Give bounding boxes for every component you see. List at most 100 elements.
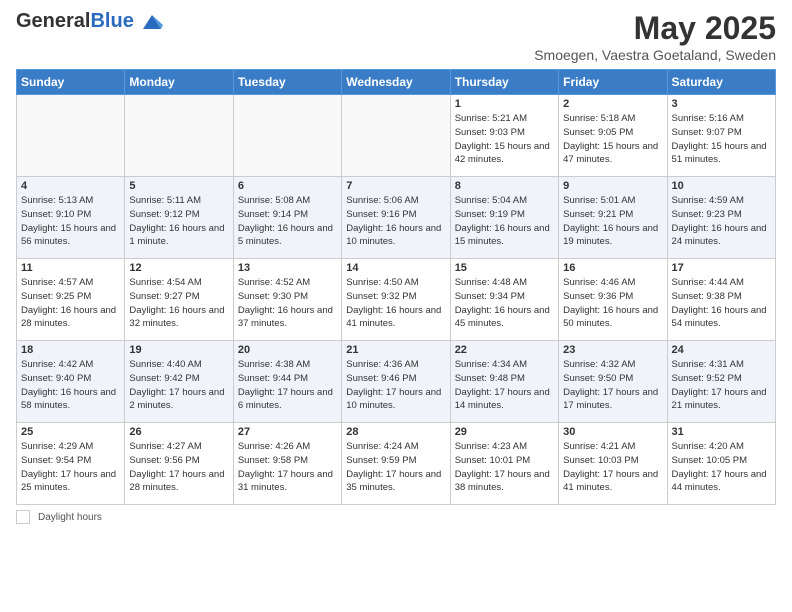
calendar-cell: 26 Sunrise: 4:27 AM Sunset: 9:56 PM Dayli… [125, 423, 233, 505]
day-info: Sunrise: 4:59 AM Sunset: 9:23 PM Dayligh… [672, 194, 771, 249]
calendar-cell: 8 Sunrise: 5:04 AM Sunset: 9:19 PM Daylig… [450, 177, 558, 259]
day-number: 6 [238, 180, 337, 192]
day-number: 9 [563, 180, 662, 192]
calendar-cell: 24Sunrise: 4:31 AM Sunset: 9:52 PM Dayli… [667, 341, 775, 423]
day-number: 15 [455, 262, 554, 274]
day-info: Sunrise: 4:20 AM Sunset: 10:05 PM Daylig… [672, 440, 771, 495]
day-number: 30 [563, 426, 662, 438]
calendar-cell: 27Sunrise: 4:26 AM Sunset: 9:58 PM Dayli… [233, 423, 341, 505]
day-info: Sunrise: 5:13 AM Sunset: 9:10 PM Dayligh… [21, 194, 120, 249]
calendar-cell: 17 Sunrise: 4:44 AM Sunset: 9:38 PM Dayli… [667, 259, 775, 341]
day-info: Sunrise: 4:24 AM Sunset: 9:59 PM Dayligh… [346, 440, 445, 495]
logo-icon [141, 11, 163, 33]
day-info: Sunrise: 5:08 AM Sunset: 9:14 PM Dayligh… [238, 194, 337, 249]
footer-box [16, 510, 30, 524]
month-title: May 2025 [534, 10, 776, 47]
day-info: Sunrise: 5:04 AM Sunset: 9:19 PM Dayligh… [455, 194, 554, 249]
day-number: 14 [346, 262, 445, 274]
day-info: Sunrise: 5:06 AM Sunset: 9:16 PM Dayligh… [346, 194, 445, 249]
day-number: 16 [563, 262, 662, 274]
day-info: Sunrise: 4:36 AM Sunset: 9:46 PM Dayligh… [346, 358, 445, 413]
calendar-cell: 25Sunrise: 4:29 AM Sunset: 9:54 PM Dayli… [17, 423, 125, 505]
calendar-cell [342, 95, 450, 177]
day-number: 17 [672, 262, 771, 274]
calendar-cell: 18 Sunrise: 4:42 AM Sunset: 9:40 PM Dayli… [17, 341, 125, 423]
day-number: 8 [455, 180, 554, 192]
day-info: Sunrise: 4:52 AM Sunset: 9:30 PM Dayligh… [238, 276, 337, 331]
day-info: Sunrise: 5:18 AM Sunset: 9:05 PM Dayligh… [563, 112, 662, 167]
calendar-cell [17, 95, 125, 177]
day-number: 11 [21, 262, 120, 274]
header: GeneralBlue May 2025 Smoegen, Vaestra Go… [16, 10, 776, 63]
calendar-cell: 28Sunrise: 4:24 AM Sunset: 9:59 PM Dayli… [342, 423, 450, 505]
day-info: Sunrise: 5:16 AM Sunset: 9:07 PM Dayligh… [672, 112, 771, 167]
day-number: 5 [129, 180, 228, 192]
day-number: 31 [672, 426, 771, 438]
day-number: 23 [563, 344, 662, 356]
calendar-cell [125, 95, 233, 177]
day-info: Sunrise: 4:50 AM Sunset: 9:32 PM Dayligh… [346, 276, 445, 331]
calendar-header-row: Sunday Monday Tuesday Wednesday Thursday… [17, 70, 776, 95]
calendar-cell: 9 Sunrise: 5:01 AM Sunset: 9:21 PM Daylig… [559, 177, 667, 259]
day-number: 7 [346, 180, 445, 192]
footer-label: Daylight hours [38, 512, 102, 523]
calendar-cell [233, 95, 341, 177]
calendar-cell: 4Sunrise: 5:13 AM Sunset: 9:10 PM Daylig… [17, 177, 125, 259]
calendar-cell: 3 Sunrise: 5:16 AM Sunset: 9:07 PM Daylig… [667, 95, 775, 177]
day-info: Sunrise: 4:44 AM Sunset: 9:38 PM Dayligh… [672, 276, 771, 331]
day-number: 26 [129, 426, 228, 438]
day-info: Sunrise: 4:23 AM Sunset: 10:01 PM Daylig… [455, 440, 554, 495]
logo-text: GeneralBlue [16, 10, 163, 33]
calendar-cell: 6 Sunrise: 5:08 AM Sunset: 9:14 PM Daylig… [233, 177, 341, 259]
calendar-cell: 19Sunrise: 4:40 AM Sunset: 9:42 PM Dayli… [125, 341, 233, 423]
calendar-cell: 16Sunrise: 4:46 AM Sunset: 9:36 PM Dayli… [559, 259, 667, 341]
day-number: 21 [346, 344, 445, 356]
day-info: Sunrise: 4:54 AM Sunset: 9:27 PM Dayligh… [129, 276, 228, 331]
calendar-week-3: 18 Sunrise: 4:42 AM Sunset: 9:40 PM Dayli… [17, 341, 776, 423]
calendar-week-0: 1Sunrise: 5:21 AM Sunset: 9:03 PM Daylig… [17, 95, 776, 177]
calendar-week-4: 25Sunrise: 4:29 AM Sunset: 9:54 PM Dayli… [17, 423, 776, 505]
location-subtitle: Smoegen, Vaestra Goetaland, Sweden [534, 47, 776, 63]
day-info: Sunrise: 4:48 AM Sunset: 9:34 PM Dayligh… [455, 276, 554, 331]
day-info: Sunrise: 4:34 AM Sunset: 9:48 PM Dayligh… [455, 358, 554, 413]
day-number: 13 [238, 262, 337, 274]
calendar-cell: 12 Sunrise: 4:54 AM Sunset: 9:27 PM Dayli… [125, 259, 233, 341]
calendar-cell: 21 Sunrise: 4:36 AM Sunset: 9:46 PM Dayli… [342, 341, 450, 423]
day-number: 20 [238, 344, 337, 356]
day-info: Sunrise: 5:11 AM Sunset: 9:12 PM Dayligh… [129, 194, 228, 249]
day-info: Sunrise: 4:32 AM Sunset: 9:50 PM Dayligh… [563, 358, 662, 413]
day-number: 12 [129, 262, 228, 274]
calendar-cell: 29 Sunrise: 4:23 AM Sunset: 10:01 PM Dayl… [450, 423, 558, 505]
day-info: Sunrise: 5:21 AM Sunset: 9:03 PM Dayligh… [455, 112, 554, 167]
calendar-cell: 23 Sunrise: 4:32 AM Sunset: 9:50 PM Dayli… [559, 341, 667, 423]
col-saturday: Saturday [667, 70, 775, 95]
day-number: 18 [21, 344, 120, 356]
page: GeneralBlue May 2025 Smoegen, Vaestra Go… [0, 0, 792, 612]
calendar-cell: 1Sunrise: 5:21 AM Sunset: 9:03 PM Daylig… [450, 95, 558, 177]
calendar-week-1: 4Sunrise: 5:13 AM Sunset: 9:10 PM Daylig… [17, 177, 776, 259]
day-number: 29 [455, 426, 554, 438]
col-thursday: Thursday [450, 70, 558, 95]
title-block: May 2025 Smoegen, Vaestra Goetaland, Swe… [534, 10, 776, 63]
col-friday: Friday [559, 70, 667, 95]
day-info: Sunrise: 4:38 AM Sunset: 9:44 PM Dayligh… [238, 358, 337, 413]
logo-general: General [16, 10, 90, 32]
day-number: 19 [129, 344, 228, 356]
footer: Daylight hours [16, 510, 776, 524]
day-info: Sunrise: 4:57 AM Sunset: 9:25 PM Dayligh… [21, 276, 120, 331]
day-info: Sunrise: 4:27 AM Sunset: 9:56 PM Dayligh… [129, 440, 228, 495]
calendar-cell: 22Sunrise: 4:34 AM Sunset: 9:48 PM Dayli… [450, 341, 558, 423]
calendar-cell: 15 Sunrise: 4:48 AM Sunset: 9:34 PM Dayli… [450, 259, 558, 341]
day-number: 27 [238, 426, 337, 438]
calendar-cell: 7 Sunrise: 5:06 AM Sunset: 9:16 PM Daylig… [342, 177, 450, 259]
calendar-cell: 11 Sunrise: 4:57 AM Sunset: 9:25 PM Dayli… [17, 259, 125, 341]
day-number: 3 [672, 98, 771, 110]
calendar-table: Sunday Monday Tuesday Wednesday Thursday… [16, 69, 776, 505]
day-info: Sunrise: 5:01 AM Sunset: 9:21 PM Dayligh… [563, 194, 662, 249]
day-number: 10 [672, 180, 771, 192]
day-info: Sunrise: 4:42 AM Sunset: 9:40 PM Dayligh… [21, 358, 120, 413]
day-info: Sunrise: 4:31 AM Sunset: 9:52 PM Dayligh… [672, 358, 771, 413]
calendar-week-2: 11 Sunrise: 4:57 AM Sunset: 9:25 PM Dayli… [17, 259, 776, 341]
calendar-cell: 13 Sunrise: 4:52 AM Sunset: 9:30 PM Dayli… [233, 259, 341, 341]
col-sunday: Sunday [17, 70, 125, 95]
